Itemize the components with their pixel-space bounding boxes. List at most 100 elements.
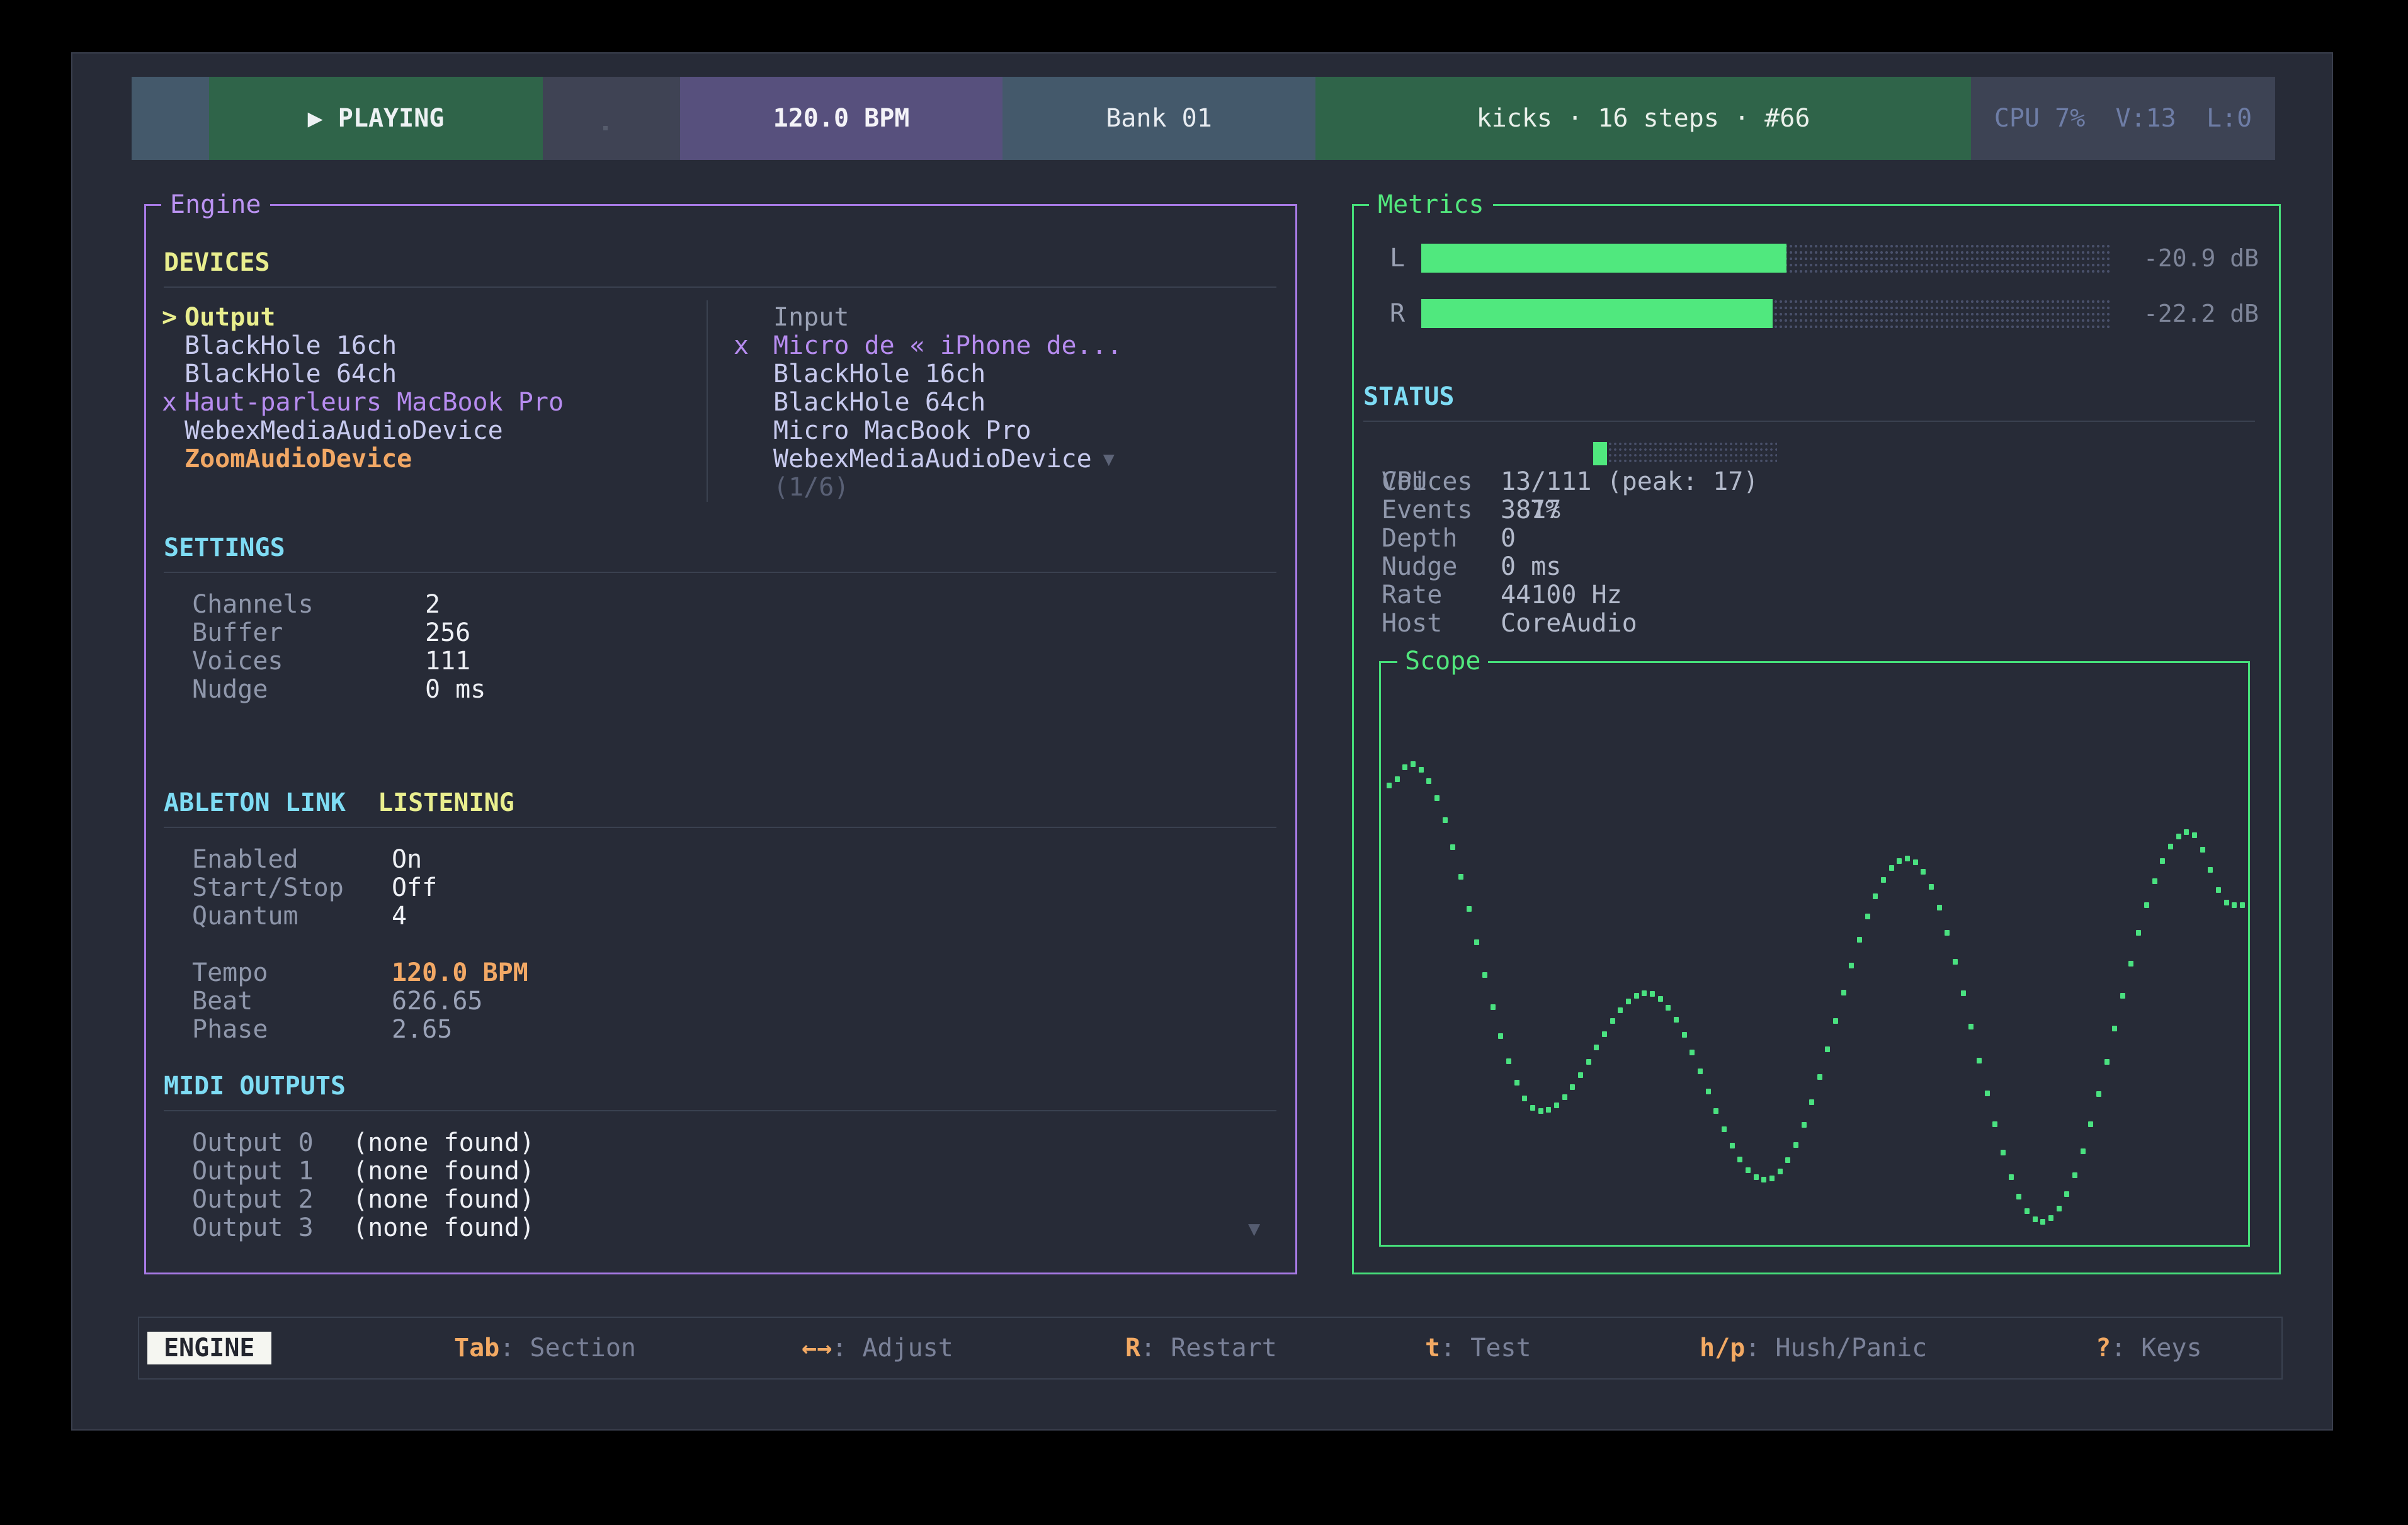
scope-sample-dot: [1937, 905, 1942, 910]
ableton-link-tempo-section: Tempo120.0 BPM Beat626.65 Phase2.65: [146, 959, 1276, 1044]
scope-sample-dot: [1857, 937, 1862, 943]
scope-sample-dot: [2144, 902, 2149, 908]
scope-sample-dot: [1905, 856, 1910, 861]
input-list-more-icon[interactable]: ▼: [1103, 445, 1115, 473]
engine-panel: Engine DEVICES >Output BlackHole 16ch Bl…: [144, 204, 1297, 1274]
scope-sample-dot: [2160, 858, 2165, 864]
status-row: Events3817: [1354, 496, 2260, 524]
scope-sample-dot: [1761, 1177, 1766, 1182]
resource-stats: CPU 7% V:13 L:0: [1971, 77, 2275, 160]
scope-sample-dot: [1626, 999, 1631, 1004]
devices-header: DEVICES: [164, 249, 270, 277]
link-row: Start/StopOff: [146, 874, 1276, 902]
scope-sample-dot: [1817, 1074, 1822, 1080]
scope-sample-dot: [1498, 1033, 1503, 1039]
scope-sample-dot: [1769, 1176, 1775, 1181]
scope-sample-dot: [1482, 972, 1487, 978]
scope-sample-dot: [1530, 1105, 1535, 1111]
transport-status: ▶ PLAYING: [209, 77, 543, 160]
scope-sample-dot: [1610, 1018, 1615, 1024]
midi-outputs-header: MIDI OUTPUTS: [164, 1072, 346, 1101]
scope-sample-dot: [2184, 829, 2189, 835]
scope-plot: [1381, 663, 2248, 1245]
scope-sample-dot: [1706, 1089, 1711, 1094]
settings-divider: [164, 572, 1276, 573]
scope-sample-dot: [1865, 914, 1870, 919]
device-columns-divider: [707, 300, 708, 502]
input-device-item[interactable]: BlackHole 64ch: [734, 388, 1122, 417]
scope-sample-dot: [1506, 1058, 1511, 1064]
scope-sample-dot: [2120, 993, 2125, 999]
scope-sample-dot: [1538, 1108, 1543, 1114]
scope-sample-dot: [1737, 1157, 1742, 1162]
midi-output-row: Output 2(none found): [146, 1186, 1276, 1214]
separator-dot-icon: [603, 126, 608, 130]
input-device-item[interactable]: Micro MacBook Pro: [734, 417, 1122, 445]
scope-sample-dot: [1514, 1080, 1519, 1086]
setting-row: Channels2: [146, 591, 1276, 619]
scope-sample-dot: [1522, 1096, 1527, 1101]
input-list-header[interactable]: Input: [734, 303, 1122, 332]
output-device-item-selected[interactable]: xHaut-parleurs MacBook Pro: [162, 388, 564, 417]
scope-sample-dot: [1977, 1058, 1982, 1063]
scope-sample-dot: [1674, 1017, 1679, 1023]
scope-sample-dot: [2064, 1191, 2069, 1197]
devices-divider: [164, 286, 1276, 288]
scope-sample-dot: [1634, 993, 1639, 999]
input-list-pager: (1/6): [734, 473, 1122, 502]
scope-sample-dot: [2104, 1059, 2110, 1065]
scope-sample-dot: [1666, 1005, 1671, 1011]
output-device-item[interactable]: BlackHole 16ch: [162, 332, 564, 360]
bank-display: Bank 01: [1002, 77, 1315, 160]
status-divider: [1363, 421, 2255, 422]
scroll-down-icon[interactable]: ▼: [1248, 1216, 1260, 1240]
scope-display: Scope: [1379, 661, 2250, 1247]
scope-sample-dot: [1474, 939, 1479, 945]
scope-sample-dot: [1618, 1007, 1623, 1013]
cpu-meter-fill: [1593, 442, 1607, 465]
scope-sample-dot: [2232, 902, 2237, 908]
scope-sample-dot: [2208, 867, 2213, 873]
scope-sample-dot: [1554, 1103, 1559, 1108]
scope-sample-dot: [2200, 847, 2205, 853]
scope-sample-dot: [1562, 1094, 1567, 1100]
meter-channel-label: R: [1390, 299, 1405, 328]
pattern-label: kicks · 16 steps · #66: [1477, 104, 1810, 133]
scope-sample-dot: [1602, 1031, 1607, 1037]
scope-sample-dot: [1578, 1072, 1583, 1078]
scope-sample-dot: [1841, 990, 1846, 995]
input-device-item-selected[interactable]: xMicro de « iPhone de...: [734, 332, 1122, 360]
output-device-item-highlighted[interactable]: ZoomAudioDevice: [162, 445, 564, 473]
scope-sample-dot: [1873, 893, 1878, 899]
output-list-header[interactable]: >Output: [162, 303, 564, 332]
beat-row: Beat626.65: [146, 987, 1276, 1016]
scope-sample-dot: [1921, 869, 1926, 875]
meter-fill-r: [1421, 299, 1773, 328]
hint-section: Tab: Section: [454, 1318, 636, 1378]
scope-sample-dot: [2081, 1148, 2086, 1154]
scope-sample-dot: [2112, 1026, 2117, 1031]
hint-hush-panic: h/p: Hush/Panic: [1700, 1318, 1927, 1378]
status-row: Voices13/111 (peak: 17): [1354, 468, 2260, 496]
scope-sample-dot: [1793, 1142, 1798, 1148]
scope-sample-dot: [1713, 1108, 1718, 1114]
output-device-item[interactable]: BlackHole 64ch: [162, 360, 564, 388]
input-device-list: Input xMicro de « iPhone de... BlackHole…: [734, 303, 1122, 502]
selected-x-icon: x: [162, 388, 185, 417]
input-device-item[interactable]: BlackHole 16ch: [734, 360, 1122, 388]
settings-header: SETTINGS: [164, 534, 285, 562]
scope-sample-dot: [2216, 887, 2221, 893]
input-device-item[interactable]: WebexMediaAudioDevice▼: [734, 445, 1122, 473]
output-device-item[interactable]: WebexMediaAudioDevice: [162, 417, 564, 445]
hint-keys: ?: Keys: [2096, 1318, 2202, 1378]
scope-sample-dot: [2224, 900, 2229, 905]
midi-outputs-section: Output 0(none found) Output 1(none found…: [146, 1129, 1276, 1242]
scope-sample-dot: [1722, 1126, 1727, 1132]
scope-sample-dot: [2192, 832, 2197, 838]
scope-sample-dot: [1387, 783, 1392, 788]
scope-sample-dot: [1961, 990, 1966, 996]
scope-sample-dot: [1450, 844, 1455, 850]
link-row: Quantum4: [146, 902, 1276, 931]
status-row-cpu: CPU 7%: [1354, 439, 2260, 468]
level-meter-left: L -20.9 dB: [1354, 244, 2279, 273]
